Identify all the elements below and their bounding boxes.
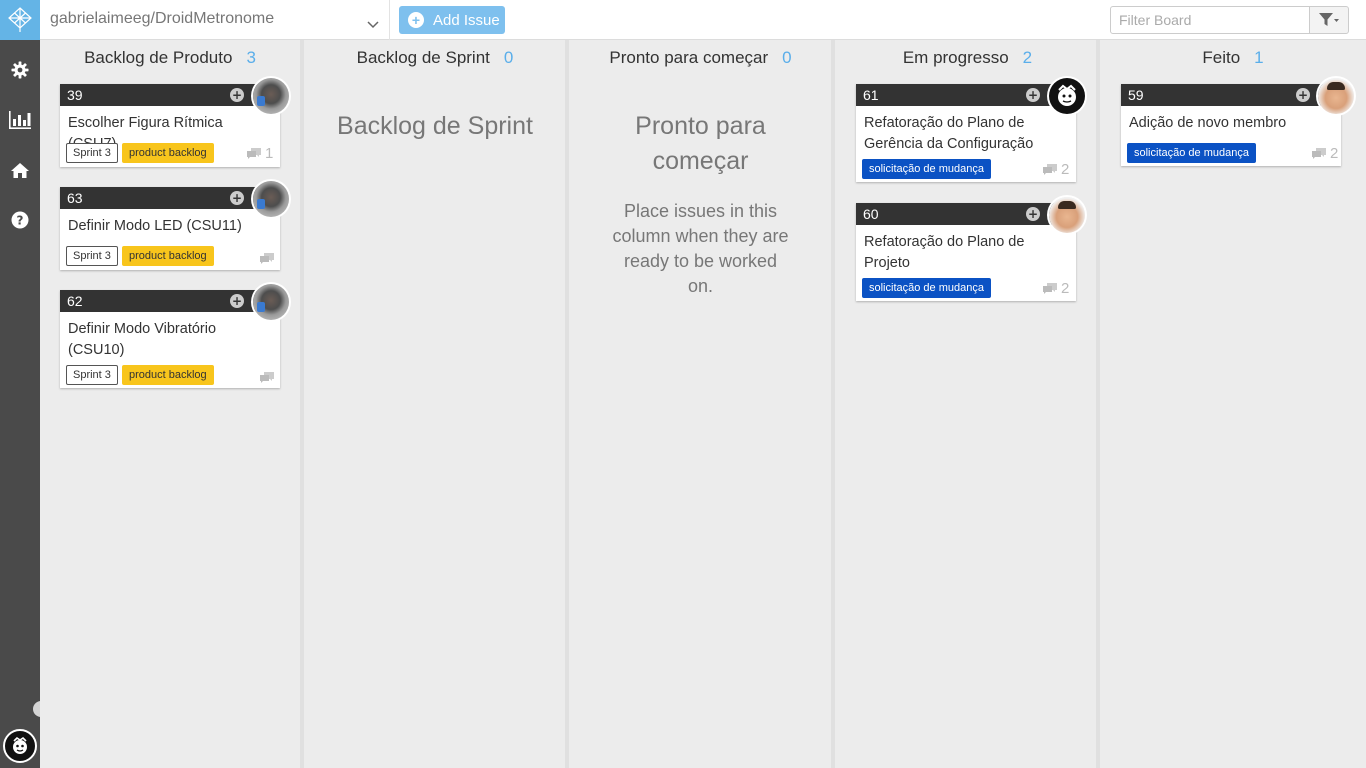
help-icon: ? (11, 211, 29, 229)
issue-title[interactable]: Refatoração do Plano de Gerência da Conf… (864, 113, 1068, 155)
label-solicitacao-de-mudanca[interactable]: solicitação de mudança (862, 159, 991, 179)
comments-icon (247, 148, 261, 159)
assignee-avatar[interactable] (253, 284, 289, 320)
column-count: 0 (503, 48, 514, 67)
chevron-down-icon (367, 14, 379, 33)
column-title: Backlog de Produto (84, 48, 233, 67)
empty-column-title: Pronto para começar (635, 112, 766, 175)
plus-icon[interactable]: + (230, 191, 244, 205)
column-header: Backlog de Produto 3 (40, 48, 300, 68)
issue-number: 63 (60, 187, 280, 209)
reports-button[interactable] (0, 107, 40, 133)
label-sprint[interactable]: Sprint 3 (66, 143, 118, 163)
column-em-progresso: Em progresso 2 61 + Refatoração do Plano … (831, 40, 1100, 768)
issue-title[interactable]: Adição de novo membro (1129, 113, 1333, 134)
gear-icon (11, 61, 29, 79)
plus-icon[interactable]: + (1026, 207, 1040, 221)
column-backlog-produto: Backlog de Produto 3 39 + Escolher Figura… (40, 40, 300, 768)
assignee-avatar[interactable] (1049, 78, 1085, 114)
issue-title[interactable]: Refatoração do Plano de Projeto (864, 232, 1068, 274)
column-count: 3 (246, 48, 256, 67)
label-solicitacao-de-mudanca[interactable]: solicitação de mudança (862, 278, 991, 298)
filter-board-input[interactable] (1110, 6, 1310, 34)
empty-column-title: Backlog de Sprint (337, 112, 533, 140)
top-bar: gabrielaimeeg/DroidMetronome + Add Issue (40, 0, 1366, 40)
comment-count: 2 (1042, 280, 1069, 297)
column-header: Backlog de Sprint 0 (304, 48, 566, 68)
plus-icon[interactable]: + (1296, 88, 1310, 102)
issue-number: 60 (856, 203, 1076, 225)
plus-icon[interactable]: + (1026, 88, 1040, 102)
issue-card[interactable]: 60 + Refatoração do Plano de Projeto sol… (856, 197, 1085, 301)
label-sprint[interactable]: Sprint 3 (66, 365, 118, 385)
issue-card[interactable]: 62 + Definir Modo Vibratório (CSU10) Spr… (60, 284, 289, 388)
svg-text:?: ? (17, 214, 24, 228)
issue-card[interactable]: 63 + Definir Modo LED (CSU11) Sprint 3 p… (60, 181, 289, 270)
bar-chart-icon (9, 111, 31, 129)
issue-card[interactable]: 59 + Adição de novo membro solicitação d… (1121, 78, 1354, 166)
user-avatar[interactable] (3, 729, 37, 763)
issue-title[interactable]: Definir Modo LED (CSU11) (68, 216, 272, 237)
comment-count (259, 250, 275, 266)
home-icon (11, 162, 29, 178)
assignee-avatar[interactable] (1049, 197, 1085, 233)
assignee-avatar[interactable] (253, 181, 289, 217)
plus-icon[interactable]: + (230, 88, 244, 102)
plus-circle-icon: + (408, 12, 424, 28)
column-pronto-para-comecar: Pronto para começar 0 Pronto para começar… (565, 40, 832, 768)
issue-number: 39 (60, 84, 280, 106)
issue-number: 61 (856, 84, 1076, 106)
label-sprint[interactable]: Sprint 3 (66, 246, 118, 266)
label-product-backlog[interactable]: product backlog (122, 143, 214, 163)
empty-column-text: Place issues in this column when they ar… (612, 201, 789, 296)
label-product-backlog[interactable]: product backlog (122, 365, 214, 385)
filter-button[interactable] (1309, 6, 1349, 34)
comments-icon (260, 372, 274, 383)
issue-card[interactable]: 39 + Escolher Figura Rítmica (CSU7) Spri… (60, 78, 289, 167)
comments-icon (1043, 283, 1057, 294)
column-title: Backlog de Sprint (356, 48, 490, 67)
add-issue-button[interactable]: + Add Issue (399, 6, 505, 34)
assignee-avatar[interactable] (253, 78, 289, 114)
comments-icon (1312, 148, 1326, 159)
column-header: Em progresso 2 (835, 48, 1100, 68)
column-title: Feito (1202, 48, 1241, 67)
repo-name: gabrielaimeeg/DroidMetronome (50, 10, 275, 27)
settings-button[interactable] (0, 57, 40, 83)
column-count: 1 (1254, 48, 1264, 67)
comments-icon (1043, 164, 1057, 175)
comments-icon (260, 253, 274, 264)
issue-number: 62 (60, 290, 280, 312)
column-header: Pronto para começar 0 (569, 48, 832, 68)
comment-count: 2 (1311, 145, 1338, 162)
tree-logo-icon (8, 7, 32, 32)
issue-card[interactable]: 61 + Refatoração do Plano de Gerência da… (856, 78, 1085, 182)
add-issue-label: Add Issue (433, 11, 500, 29)
column-count: 0 (782, 48, 792, 67)
home-button[interactable] (0, 157, 40, 183)
comment-count: 1 (246, 145, 273, 162)
app-logo[interactable] (0, 0, 40, 40)
avatar-image (13, 736, 27, 754)
assignee-avatar[interactable] (1318, 78, 1354, 114)
column-count: 2 (1022, 48, 1033, 67)
plus-icon[interactable]: + (230, 294, 244, 308)
comment-count: 2 (1042, 161, 1069, 178)
comment-count (259, 369, 275, 385)
column-header: Feito 1 (1100, 48, 1366, 68)
repo-selector[interactable]: gabrielaimeeg/DroidMetronome (40, 0, 390, 40)
column-title: Em progresso (902, 48, 1009, 67)
label-solicitacao-de-mudanca[interactable]: solicitação de mudança (1127, 143, 1256, 163)
help-button[interactable]: ? (0, 207, 40, 233)
filter-funnel-icon (1319, 13, 1339, 26)
column-title: Pronto para começar (609, 48, 769, 67)
column-feito: Feito 1 59 + Adição de novo membro solici… (1096, 40, 1366, 768)
column-backlog-sprint: Backlog de Sprint 0 Backlog de Sprint (300, 40, 566, 768)
issue-title[interactable]: Definir Modo Vibratório (CSU10) (68, 319, 272, 361)
label-product-backlog[interactable]: product backlog (122, 246, 214, 266)
sidebar: ? › (0, 0, 49, 768)
